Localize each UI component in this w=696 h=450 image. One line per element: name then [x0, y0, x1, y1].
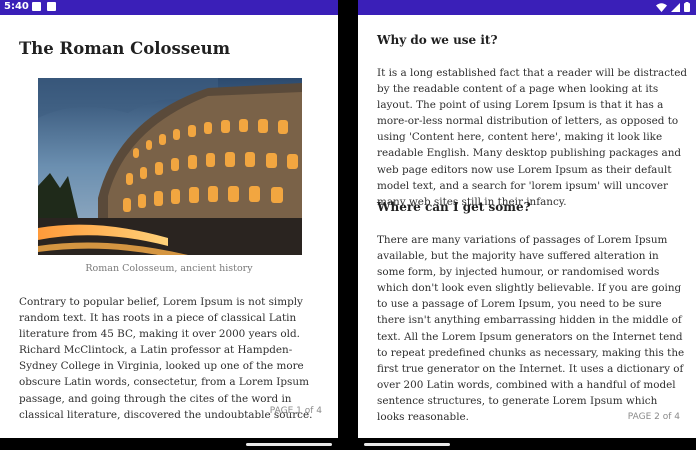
notification-a-icon: [32, 2, 41, 11]
page-title: The Roman Colosseum: [19, 39, 231, 58]
home-gesture-handle[interactable]: [246, 443, 332, 446]
status-bar-left: 5:40: [0, 0, 338, 15]
page-left[interactable]: The Roman Colosseum Roman Colosseum, anc…: [0, 15, 338, 438]
image-caption: Roman Colosseum, ancient history: [85, 263, 253, 274]
nav-bar-left: [0, 438, 338, 450]
page-right[interactable]: Why do we use it? It is a long establish…: [358, 15, 696, 438]
colosseum-image: [38, 78, 302, 255]
page-indicator: PAGE 2 of 4: [627, 412, 680, 422]
signal-icon: [671, 2, 680, 12]
status-time: 5:40: [4, 1, 29, 12]
notification-b-icon: [47, 2, 56, 11]
section-heading: Where can I get some?: [377, 200, 531, 214]
wifi-icon: [656, 2, 667, 12]
status-bar-right: [358, 0, 696, 15]
battery-icon: [684, 2, 690, 12]
nav-bar-right: [358, 438, 696, 450]
page-indicator: PAGE 1 of 4: [269, 406, 322, 416]
section-paragraph: It is a long established fact that a rea…: [377, 67, 688, 208]
body-paragraph: Contrary to popular belief, Lorem Ipsum …: [19, 296, 313, 421]
home-gesture-handle[interactable]: [364, 443, 450, 446]
section-heading: Why do we use it?: [377, 33, 498, 47]
section-paragraph: There are many variations of passages of…: [377, 234, 685, 424]
